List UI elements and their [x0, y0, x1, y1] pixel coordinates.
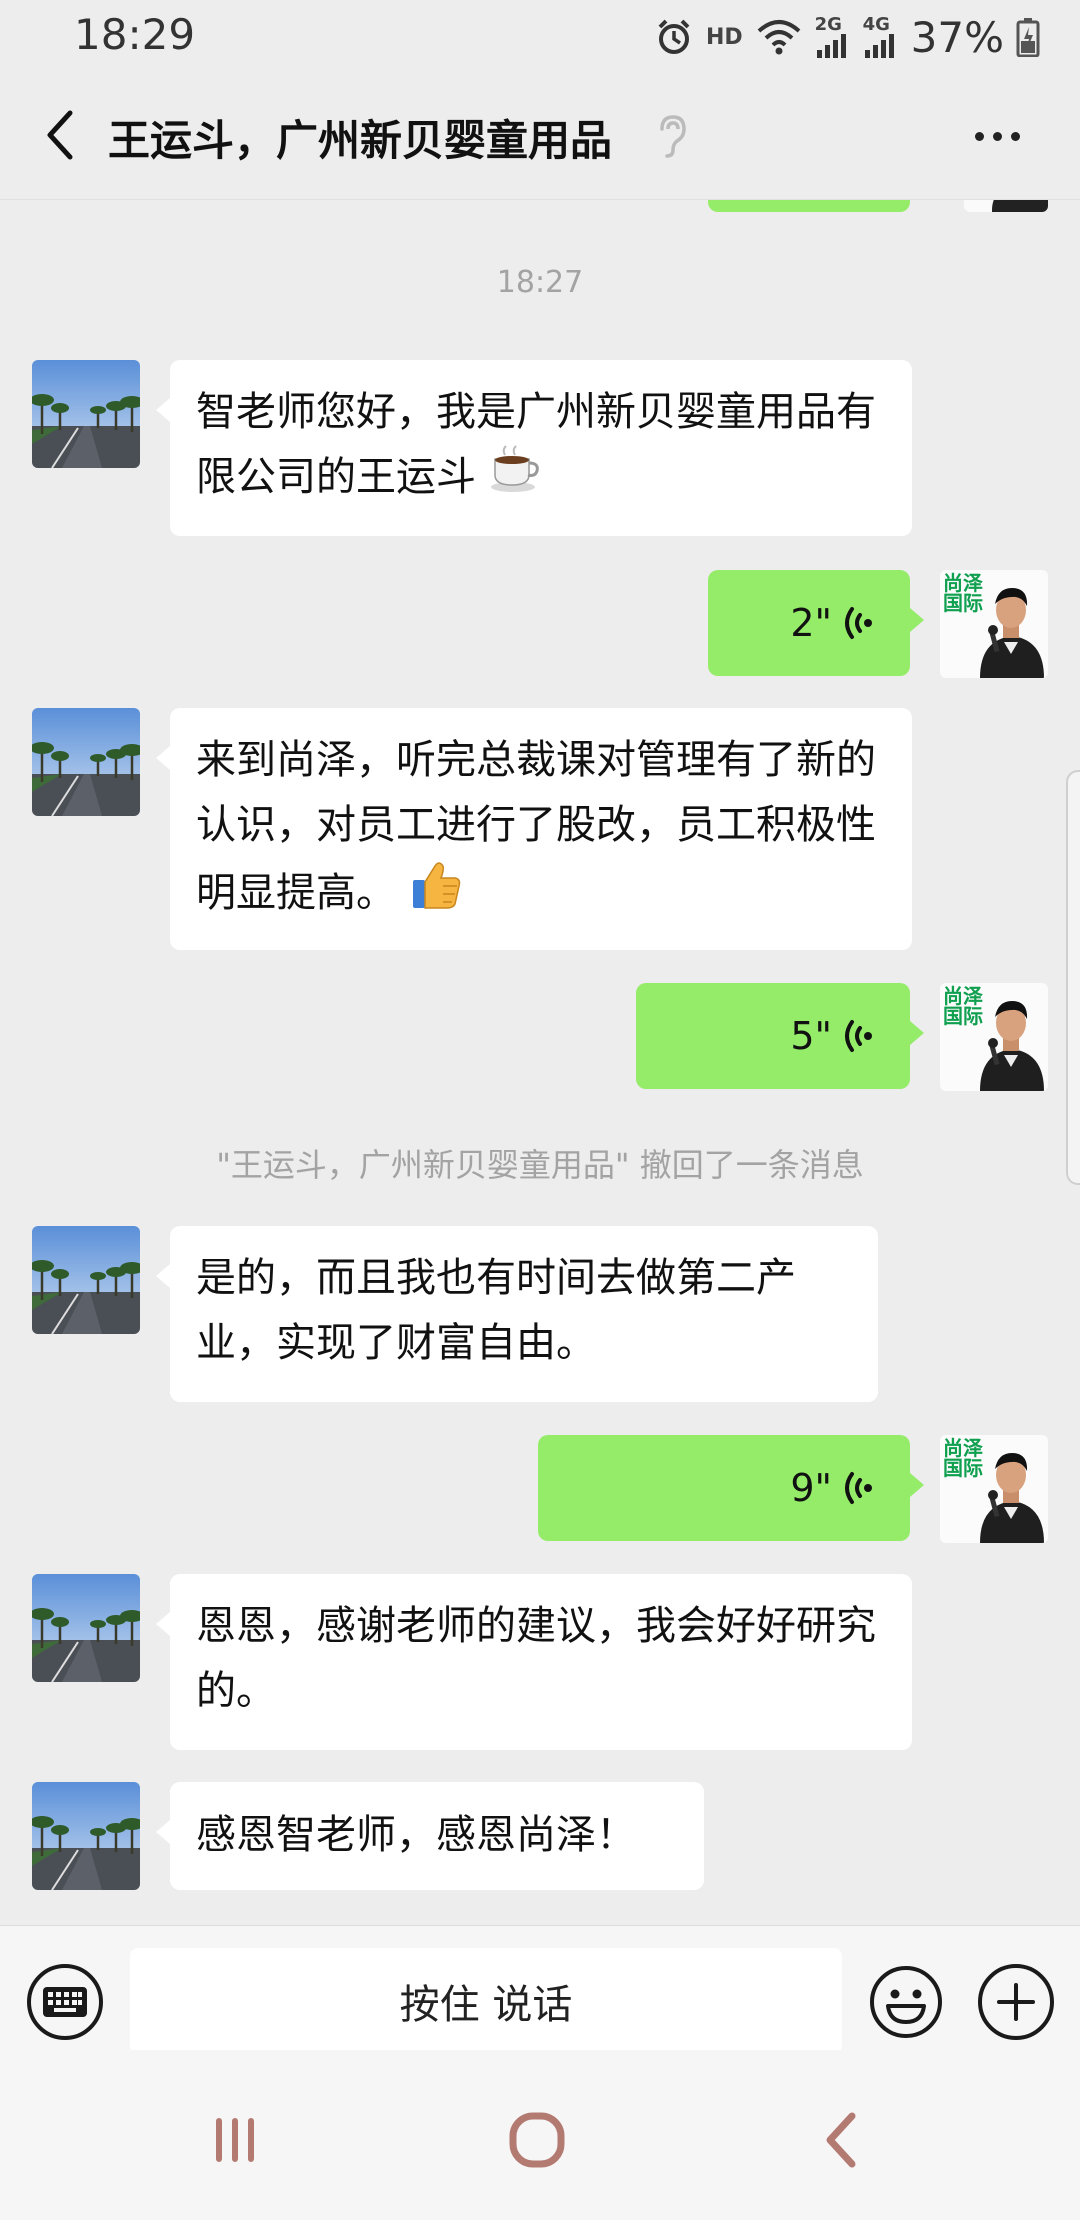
message-text: 来到尚泽，听完总裁课对管理有了新的认识，对员工进行了股改，员工积极性明显提高。	[196, 737, 876, 916]
avatar-contact[interactable]	[32, 1574, 140, 1682]
voice-message-bubble[interactable]: 2"	[708, 570, 924, 676]
message-text: 是的，而且我也有时间去做第二产业，实现了财富自由。	[196, 1255, 796, 1366]
avatar-logo-text: 尚泽 国际	[943, 986, 983, 1026]
logo-line-1: 尚泽	[943, 1436, 983, 1460]
message-text: 恩恩，感谢老师的建议，我会好好研究的。	[196, 1603, 876, 1714]
home-icon	[509, 2112, 565, 2168]
status-bar: 18:29 HD 2G 4G 37%	[0, 0, 1080, 75]
recents-button[interactable]	[190, 2095, 280, 2185]
alarm-icon	[654, 17, 694, 57]
more-icon-dot	[1010, 131, 1020, 141]
previous-voice-bubble[interactable]	[708, 200, 910, 212]
voice-duration: 2"	[790, 600, 832, 645]
timestamp: 18:27	[496, 265, 584, 300]
voice-wave-icon	[845, 1020, 872, 1052]
battery-percent: 37%	[910, 12, 1004, 62]
chat-title: 王运斗，广州新贝婴童用品	[108, 116, 613, 165]
voice-duration: 9"	[790, 1465, 832, 1510]
recents-icon	[216, 2118, 254, 2162]
voice-wave-icon	[845, 1472, 872, 1504]
avatar-contact[interactable]	[32, 360, 140, 468]
battery-icon	[1016, 17, 1040, 57]
scrollbar[interactable]	[1066, 770, 1080, 1185]
logo-line-2: 国际	[943, 1004, 983, 1028]
message-text: 感恩智老师，感恩尚泽！	[196, 1812, 636, 1858]
hd-label: HD	[705, 24, 743, 50]
keyboard-icon	[43, 1987, 87, 2017]
home-button[interactable]	[492, 2095, 582, 2185]
logo-line-2: 国际	[943, 1456, 983, 1480]
previous-avatar	[964, 200, 1048, 212]
coffee-emoji	[489, 445, 541, 513]
avatar-self[interactable]: 尚泽 国际	[940, 1435, 1048, 1543]
voice-message-bubble[interactable]: 9"	[538, 1435, 924, 1541]
status-time: 18:29	[74, 10, 196, 59]
avatar-road-image	[32, 1782, 140, 1890]
message-bubble-incoming[interactable]: 感恩智老师，感恩尚泽！	[156, 1782, 704, 1890]
status-icons: HD 2G 4G 37%	[654, 12, 1040, 62]
system-nav-bar	[0, 2050, 1080, 2220]
more-button[interactable]	[962, 111, 1032, 161]
net-4g-label: 4G	[862, 14, 890, 35]
avatar-contact[interactable]	[32, 708, 140, 816]
message-bubble-incoming[interactable]: 恩恩，感谢老师的建议，我会好好研究的。	[156, 1574, 912, 1750]
logo-line-1: 尚泽	[943, 984, 983, 1008]
avatar-contact[interactable]	[32, 1782, 140, 1890]
chat-header: 王运斗，广州新贝婴童用品	[0, 75, 1080, 200]
signal-4g-icon: 4G	[863, 16, 899, 58]
plus-button[interactable]	[978, 1964, 1054, 2040]
logo-line-1: 尚泽	[943, 571, 983, 595]
more-icon	[974, 131, 984, 141]
back-button[interactable]	[30, 105, 90, 165]
avatar-road-image	[32, 1574, 140, 1682]
voice-wave-icon	[845, 607, 872, 639]
more-icon-dot	[992, 131, 1002, 141]
logo-line-2: 国际	[943, 591, 983, 615]
avatar-road-image	[32, 708, 140, 816]
voice-duration: 5"	[790, 1013, 832, 1058]
net-2g-label: 2G	[814, 14, 842, 35]
plus-icon	[997, 1983, 1035, 2021]
wifi-icon	[755, 17, 803, 57]
avatar-contact[interactable]	[32, 1226, 140, 1334]
nav-back-button[interactable]	[795, 2095, 885, 2185]
message-bubble-incoming[interactable]: 智老师您好，我是广州新贝婴童用品有限公司的王运斗	[156, 360, 912, 536]
avatar-self[interactable]: 尚泽 国际	[940, 570, 1048, 678]
emoji-button[interactable]	[868, 1964, 944, 2040]
mute-ear-icon	[660, 115, 686, 158]
voice-message-bubble[interactable]: 5"	[636, 983, 924, 1089]
avatar-logo-text: 尚泽 国际	[943, 1438, 983, 1478]
message-bubble-incoming[interactable]: 是的，而且我也有时间去做第二产业，实现了财富自由。	[156, 1226, 878, 1402]
avatar-road-image	[32, 360, 140, 468]
avatar-self[interactable]: 尚泽 国际	[940, 983, 1048, 1091]
chat-area[interactable]: 18:27 智老师您好，我是广州新贝婴童用品有限公司的王运斗 2" 尚泽 国际 …	[0, 200, 1080, 1925]
avatar-road-image	[32, 1226, 140, 1334]
signal-2g-icon: 2G	[815, 16, 851, 58]
back-arrow-icon	[47, 110, 73, 160]
emoji-icon	[870, 1966, 942, 2038]
avatar-logo-text: 尚泽 国际	[943, 573, 983, 613]
nav-back-icon	[826, 2112, 856, 2168]
hold-to-talk-button[interactable]: 按住 说话	[130, 1948, 842, 2054]
message-bubble-incoming[interactable]: 来到尚泽，听完总裁课对管理有了新的认识，对员工进行了股改，员工积极性明显提高。	[156, 708, 912, 950]
thumbs-up-emoji	[409, 858, 463, 932]
keyboard-toggle-button[interactable]	[27, 1964, 103, 2040]
recall-notice: "王运斗，广州新贝婴童用品" 撤回了一条消息	[216, 1146, 864, 1184]
input-bar: 按住 说话	[0, 1925, 1080, 2054]
